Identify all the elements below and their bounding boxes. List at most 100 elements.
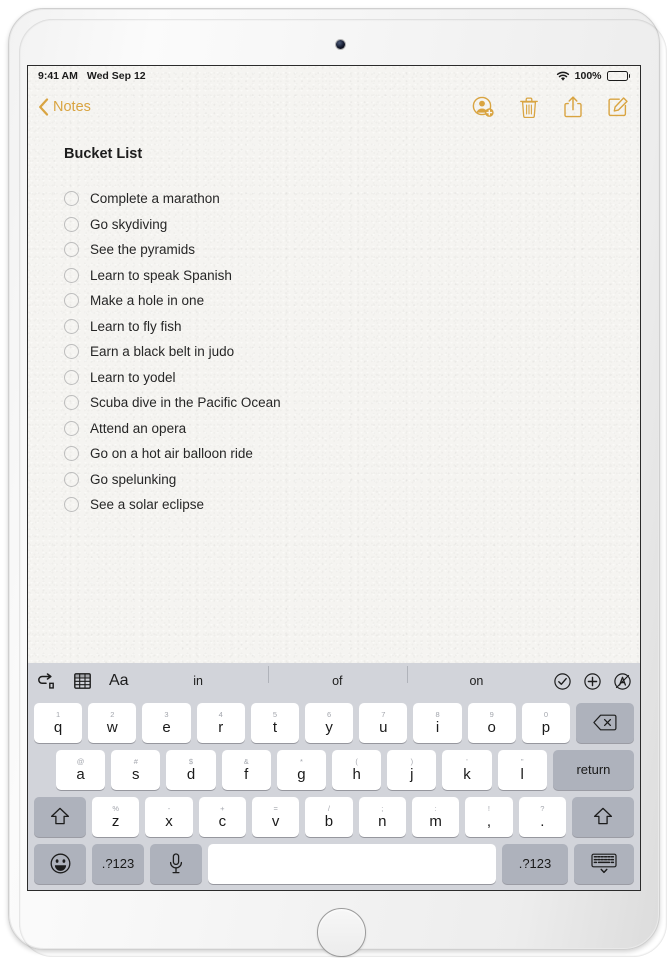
- back-to-notes-button[interactable]: Notes: [38, 98, 91, 116]
- key-e[interactable]: 3 e: [142, 702, 191, 743]
- add-people-icon[interactable]: [472, 96, 494, 118]
- undo-icon[interactable]: [37, 672, 56, 690]
- list-item-label: Learn to fly fish: [90, 318, 182, 334]
- key-z[interactable]: % z: [92, 796, 140, 837]
- add-attachment-icon[interactable]: [584, 672, 601, 690]
- key-secondary-label: 4: [218, 709, 223, 719]
- key-y[interactable]: 6 y: [305, 702, 354, 743]
- key-label: e: [162, 718, 171, 736]
- key-u[interactable]: 7 u: [359, 702, 408, 743]
- list-item[interactable]: See a solar eclipse: [64, 492, 604, 518]
- compose-icon[interactable]: [608, 97, 628, 117]
- list-item[interactable]: Make a hole in one: [64, 288, 604, 314]
- prediction-candidate[interactable]: in: [129, 674, 268, 688]
- key-secondary-label: ': [466, 756, 468, 766]
- return-key[interactable]: return: [552, 749, 635, 790]
- hide-keyboard-icon: [591, 853, 617, 874]
- share-icon[interactable]: [564, 96, 582, 118]
- key-x[interactable]: - x: [145, 796, 193, 837]
- key-o[interactable]: 9 o: [467, 702, 516, 743]
- key-secondary-label: -: [167, 803, 171, 813]
- nav-actions: [472, 96, 628, 118]
- key-t[interactable]: 5 t: [250, 702, 300, 743]
- key-period[interactable]: ? .: [518, 796, 566, 837]
- key-g[interactable]: * g: [276, 749, 327, 790]
- shift-key-left[interactable]: [34, 796, 86, 837]
- key-j[interactable]: ) j: [387, 749, 437, 790]
- key-secondary-label: ;: [381, 803, 384, 813]
- dictation-key[interactable]: [150, 843, 202, 884]
- checkbox-unchecked-icon[interactable]: [64, 344, 79, 360]
- key-q[interactable]: 1 q: [34, 702, 83, 743]
- text-format-icon[interactable]: Aa: [109, 673, 129, 689]
- key-s[interactable]: # s: [111, 749, 161, 790]
- delete-key[interactable]: [576, 702, 635, 743]
- key-p[interactable]: 0 p: [521, 702, 571, 743]
- key-l[interactable]: " l: [497, 749, 547, 790]
- checkbox-unchecked-icon[interactable]: [64, 318, 79, 334]
- key-w[interactable]: 2 w: [88, 702, 137, 743]
- key-secondary-label: $: [188, 756, 194, 766]
- list-item-label: Go on a hot air balloon ride: [90, 446, 253, 462]
- key-label: .?123: [518, 856, 552, 871]
- keyboard-toolbar: Aa in of on: [28, 663, 640, 699]
- list-item[interactable]: See the pyramids: [64, 237, 604, 263]
- home-button[interactable]: [317, 908, 366, 957]
- key-b[interactable]: / b: [305, 796, 353, 837]
- key-r[interactable]: 4 r: [196, 702, 245, 743]
- key-secondary-label: *: [299, 756, 303, 766]
- key-label: f: [244, 765, 249, 783]
- key-k[interactable]: ' k: [442, 749, 492, 790]
- list-item[interactable]: Complete a marathon: [64, 186, 604, 212]
- markup-pen-icon[interactable]: [614, 672, 631, 690]
- prediction-candidate[interactable]: of: [267, 666, 407, 688]
- list-item[interactable]: Scuba dive in the Pacific Ocean: [64, 390, 604, 416]
- list-item[interactable]: Go on a hot air balloon ride: [64, 441, 604, 467]
- list-item[interactable]: Earn a black belt in judo: [64, 339, 604, 365]
- key-i[interactable]: 8 i: [413, 702, 462, 743]
- key-label: d: [186, 765, 196, 783]
- list-item[interactable]: Go spelunking: [64, 467, 604, 493]
- key-h[interactable]: ( h: [332, 749, 382, 790]
- key-secondary-label: &: [243, 756, 249, 766]
- checkbox-unchecked-icon[interactable]: [64, 216, 79, 232]
- checkbox-unchecked-icon[interactable]: [64, 369, 79, 385]
- trash-icon[interactable]: [520, 96, 538, 118]
- dismiss-keyboard-key[interactable]: [574, 843, 634, 884]
- key-v[interactable]: = v: [251, 796, 300, 837]
- navigation-bar: Notes: [28, 86, 640, 128]
- table-icon[interactable]: [74, 673, 91, 689]
- space-key[interactable]: [208, 843, 496, 884]
- emoji-key[interactable]: [34, 843, 86, 884]
- checkbox-unchecked-icon[interactable]: [64, 471, 79, 487]
- key-a[interactable]: @ a: [56, 749, 106, 790]
- checkbox-unchecked-icon[interactable]: [64, 446, 79, 462]
- checkbox-unchecked-icon[interactable]: [64, 191, 79, 207]
- list-item[interactable]: Learn to yodel: [64, 365, 604, 391]
- checkbox-unchecked-icon[interactable]: [64, 395, 79, 411]
- key-f[interactable]: & f: [221, 749, 271, 790]
- checkbox-unchecked-icon[interactable]: [64, 242, 79, 258]
- key-d[interactable]: $ d: [166, 749, 216, 790]
- key-label: t: [272, 718, 277, 736]
- list-item[interactable]: Learn to speak Spanish: [64, 263, 604, 289]
- checkbox-unchecked-icon[interactable]: [64, 293, 79, 309]
- key-comma[interactable]: ! ,: [465, 796, 513, 837]
- list-item[interactable]: Go skydiving: [64, 212, 604, 238]
- key-label: s: [132, 765, 140, 783]
- checkbox-unchecked-icon[interactable]: [64, 420, 79, 436]
- key-n[interactable]: ; n: [358, 796, 406, 837]
- key-m[interactable]: : m: [411, 796, 460, 837]
- list-item[interactable]: Learn to fly fish: [64, 314, 604, 340]
- checkbox-unchecked-icon[interactable]: [64, 497, 79, 513]
- note-title[interactable]: Bucket List: [64, 146, 604, 162]
- list-item[interactable]: Attend an opera: [64, 416, 604, 442]
- checkbox-unchecked-icon[interactable]: [64, 267, 79, 283]
- checklist-circle-icon[interactable]: [554, 672, 571, 690]
- key-label: v: [271, 812, 280, 830]
- key-c[interactable]: + c: [198, 796, 246, 837]
- numbers-key-left[interactable]: .?123: [92, 843, 144, 884]
- numbers-key-right[interactable]: .?123: [502, 843, 568, 884]
- prediction-candidate[interactable]: on: [406, 666, 546, 688]
- shift-key-right[interactable]: [571, 796, 634, 837]
